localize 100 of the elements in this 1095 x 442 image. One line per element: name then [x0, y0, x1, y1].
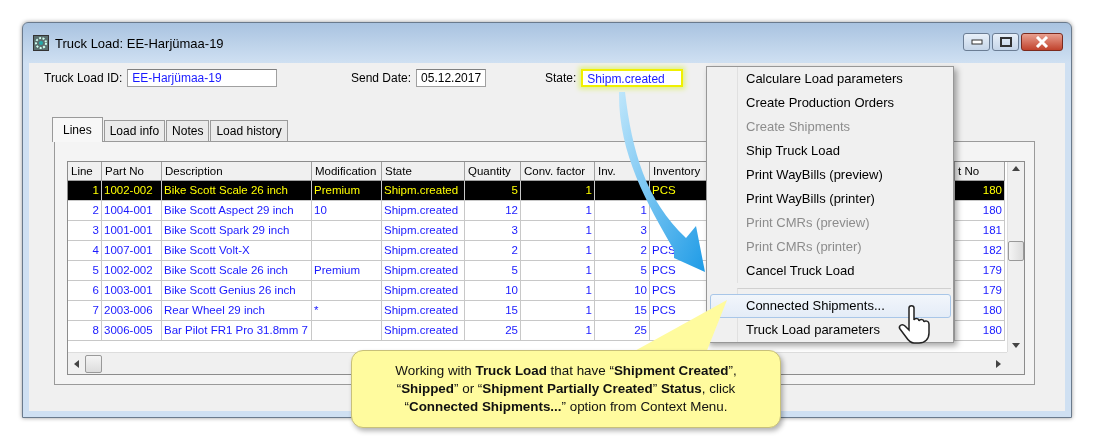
table-cell: 1 — [521, 181, 595, 201]
scroll-left-icon[interactable] — [74, 359, 79, 368]
table-cell: 2 — [68, 201, 102, 221]
table-cell: Shipm.created — [382, 321, 465, 341]
column-header[interactable]: Modification — [312, 162, 382, 181]
table-cell: 15 — [595, 301, 650, 321]
table-cell: 181 — [955, 221, 1005, 241]
tab[interactable]: Notes — [166, 120, 210, 141]
maximize-icon — [999, 37, 1012, 47]
table-cell: Shipm.created — [382, 181, 465, 201]
table-cell: 1002-002 — [102, 181, 162, 201]
table-cell: 3 — [595, 221, 650, 241]
table-cell: 3 — [68, 221, 102, 241]
table-cell: 1 — [68, 181, 102, 201]
table-cell: 2 — [595, 241, 650, 261]
menu-item[interactable]: Create Production Orders — [710, 91, 951, 115]
table-cell: Premium — [312, 181, 382, 201]
empty-cell — [312, 241, 382, 261]
column-header[interactable]: Description — [162, 162, 312, 181]
scroll-down-icon[interactable] — [1012, 343, 1020, 348]
table-cell: 7 — [68, 301, 102, 321]
table-cell: Shipm.created — [382, 261, 465, 281]
close-icon — [1035, 36, 1049, 48]
menu-item[interactable]: Cancel Truck Load — [710, 259, 951, 283]
scrollbar-thumb[interactable] — [85, 354, 102, 373]
table-cell: Bike Scott Spark 29 inch — [162, 221, 312, 241]
vertical-scrollbar[interactable] — [1007, 162, 1024, 352]
table-cell: 5 — [68, 261, 102, 281]
table-cell: 15 — [465, 301, 521, 321]
table-cell: 3 — [465, 221, 521, 241]
close-button[interactable] — [1021, 33, 1063, 51]
maximize-button[interactable] — [992, 33, 1019, 51]
table-cell: 10 — [595, 281, 650, 301]
table-cell: 12 — [465, 201, 521, 221]
table-cell: 5 — [465, 181, 521, 201]
table-cell: Shipm.created — [382, 281, 465, 301]
table-cell: 1003-001 — [102, 281, 162, 301]
scroll-up-icon[interactable] — [1012, 166, 1020, 171]
minimize-button[interactable] — [963, 33, 990, 51]
scrollbar-thumb[interactable] — [1008, 241, 1024, 261]
table-cell: 25 — [465, 321, 521, 341]
table-cell: 1 — [521, 241, 595, 261]
input-field[interactable]: 05.12.2017 — [416, 69, 487, 87]
column-header[interactable]: State — [382, 162, 465, 181]
table-cell: 180 — [955, 321, 1005, 341]
table-cell: 5 — [465, 261, 521, 281]
column-header[interactable]: Conv. factor — [521, 162, 595, 181]
scroll-right-icon[interactable] — [996, 359, 1001, 368]
table-cell: Bike Scott Scale 26 inch — [162, 181, 312, 201]
table-cell: 10 — [312, 201, 382, 221]
table-cell: 1 — [521, 301, 595, 321]
empty-cell — [312, 221, 382, 241]
table-cell: 1 — [521, 201, 595, 221]
table-cell: 25 — [595, 321, 650, 341]
table-cell: 2003-006 — [102, 301, 162, 321]
window-title: Truck Load: EE-Harjümaa-19 — [55, 35, 225, 51]
minimize-icon — [970, 39, 983, 45]
menu-item[interactable]: Ship Truck Load — [710, 139, 951, 163]
table-cell: 1002-002 — [102, 261, 162, 281]
column-header[interactable]: Part No — [102, 162, 162, 181]
table-cell: 180 — [955, 201, 1005, 221]
empty-cell — [312, 321, 382, 341]
menu-item[interactable]: Calculare Load parameters — [710, 67, 951, 91]
column-header[interactable]: Line — [68, 162, 102, 181]
table-cell: Shipm.created — [382, 221, 465, 241]
menu-item[interactable]: Connected Shipments... — [710, 294, 951, 318]
tab[interactable]: Lines — [52, 117, 103, 142]
column-header[interactable]: Quantity — [465, 162, 521, 181]
table-cell: Premium — [312, 261, 382, 281]
table-cell: 1001-001 — [102, 221, 162, 241]
tab[interactable]: Load history — [210, 120, 288, 141]
column-header[interactable]: t No — [955, 162, 1005, 181]
table-cell: Shipm.created — [382, 241, 465, 261]
table-cell: Rear Wheel 29 inch — [162, 301, 312, 321]
table-cell: 179 — [955, 261, 1005, 281]
table-cell: Bar Pilot FR1 Pro 31.8mm 7 — [162, 321, 312, 341]
empty-cell — [312, 281, 382, 301]
table-cell: 8 — [68, 321, 102, 341]
table-cell: Bike Scott Aspect 29 inch — [162, 201, 312, 221]
input-field[interactable]: Shipm.created — [581, 69, 684, 87]
app-icon — [33, 35, 49, 51]
table-cell: 180 — [955, 181, 1005, 201]
tab[interactable]: Load info — [103, 120, 166, 141]
table-cell: 1004-001 — [102, 201, 162, 221]
input-field[interactable]: EE-Harjümaa-19 — [127, 69, 278, 87]
table-cell: Bike Scott Genius 26 inch — [162, 281, 312, 301]
table-cell: 1 — [521, 261, 595, 281]
table-cell: Shipm.created — [382, 201, 465, 221]
table-cell: 1 — [521, 321, 595, 341]
table-cell: 1007-001 — [102, 241, 162, 261]
table-cell: Bike Scott Volt-X — [162, 241, 312, 261]
table-cell: 180 — [955, 301, 1005, 321]
table-cell: 1 — [521, 281, 595, 301]
table-cell: 3006-005 — [102, 321, 162, 341]
table-cell: Shipm.created — [382, 301, 465, 321]
field-label: State: — [545, 71, 577, 85]
table-cell: 4 — [68, 241, 102, 261]
table-cell: 2 — [465, 241, 521, 261]
table-cell: 6 — [68, 281, 102, 301]
field-label: Truck Load ID: — [44, 71, 123, 85]
